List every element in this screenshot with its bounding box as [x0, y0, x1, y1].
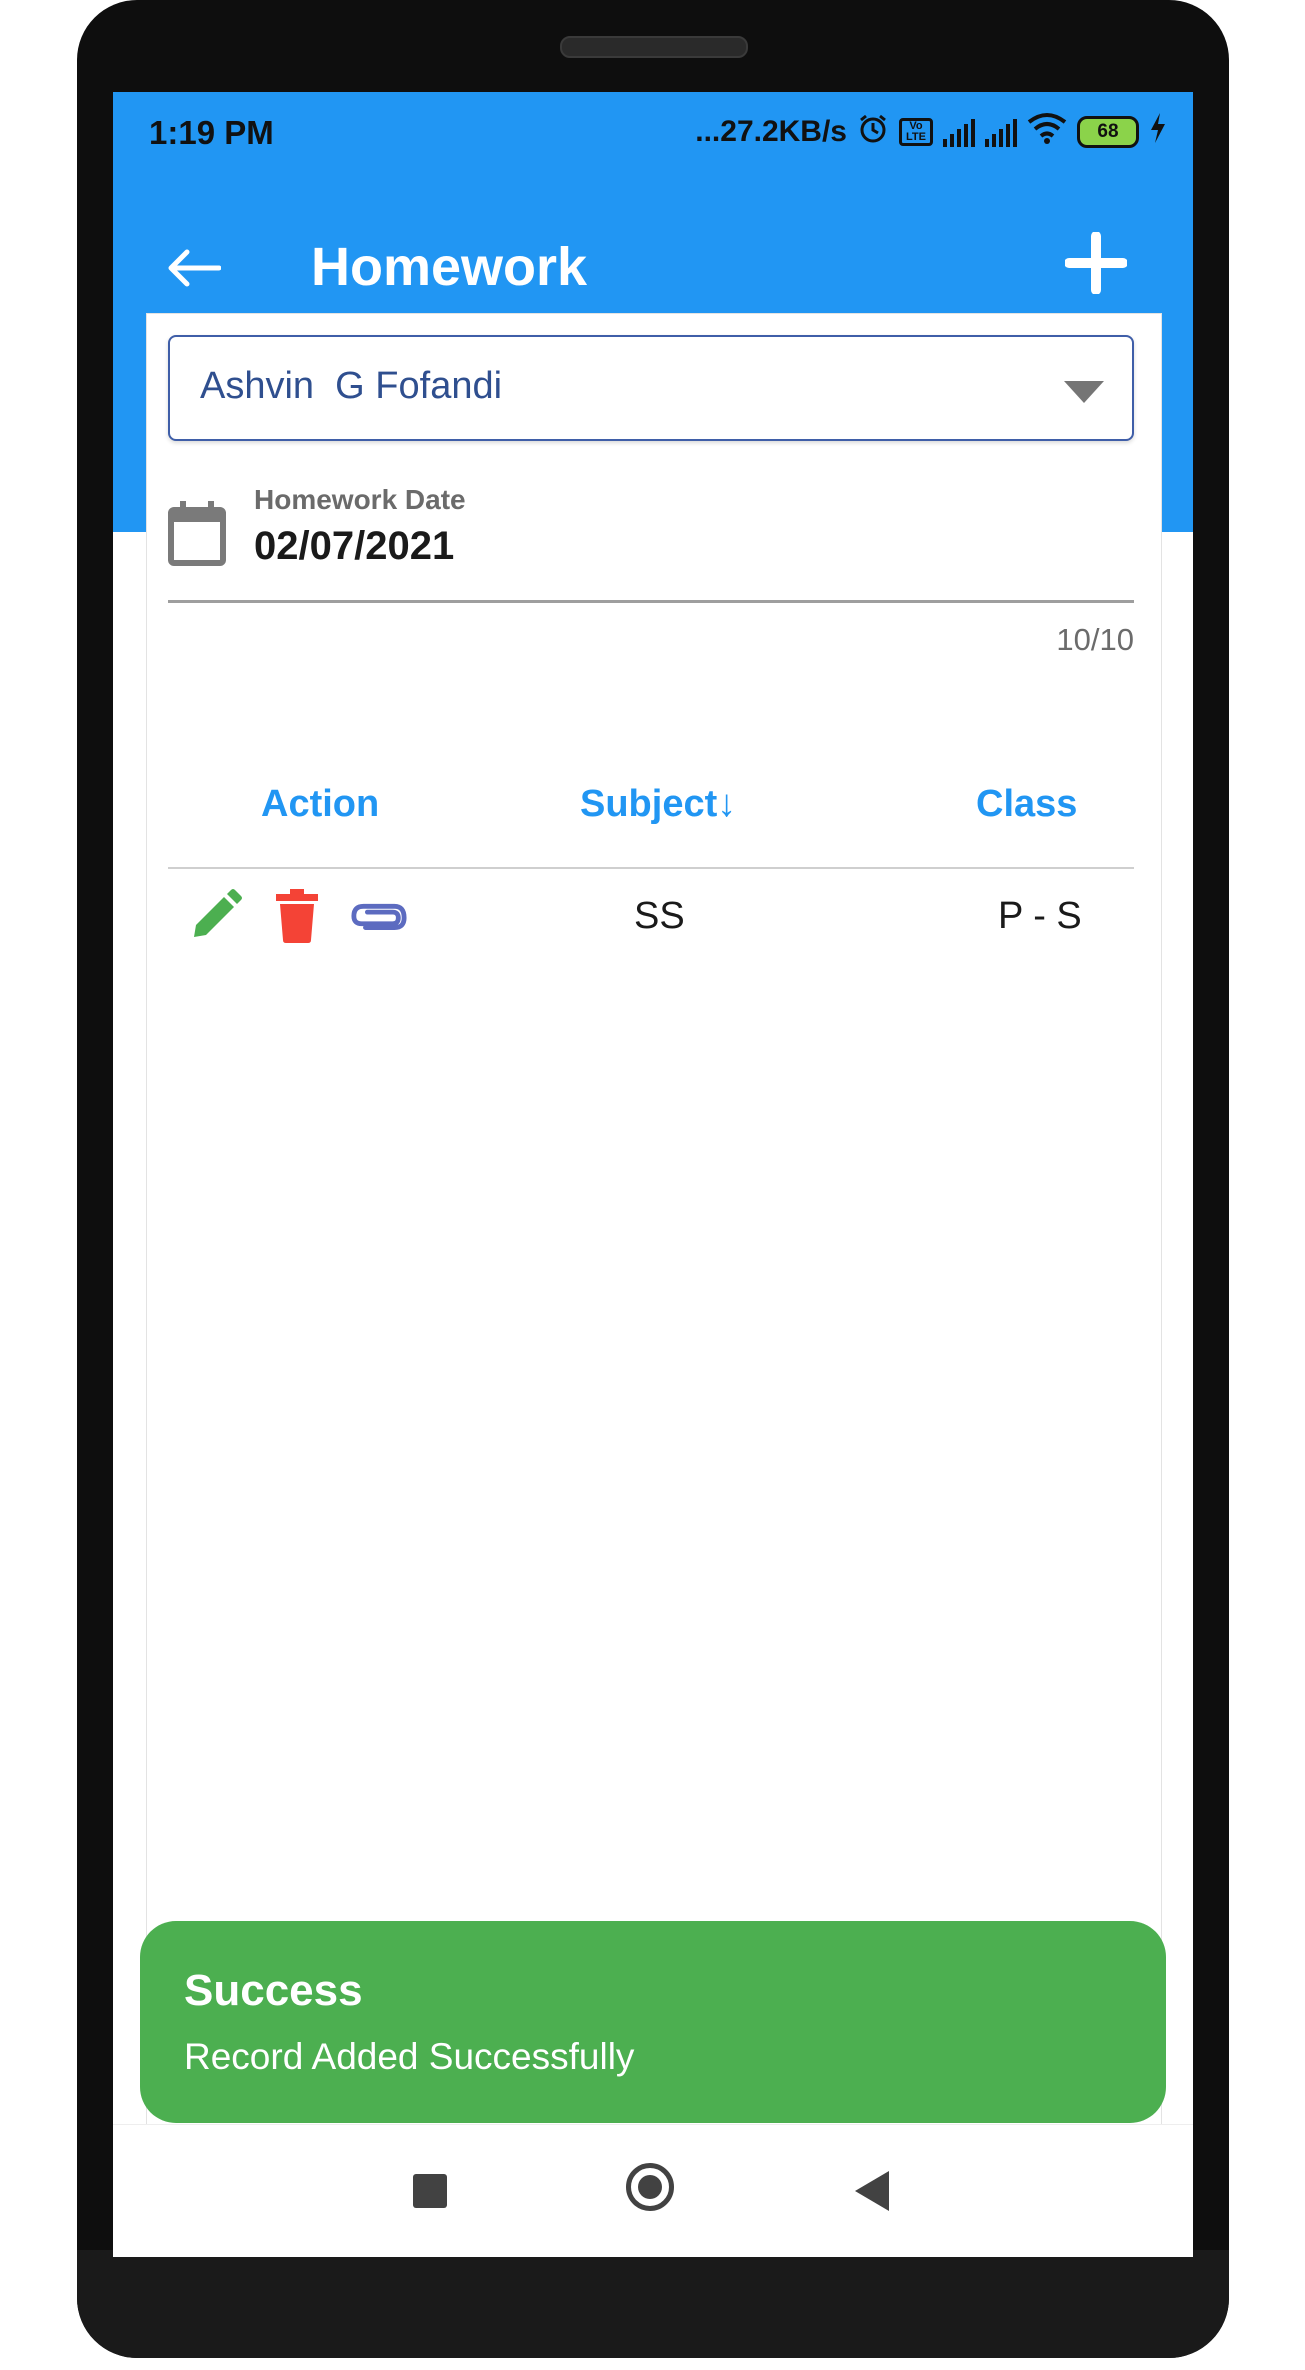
cell-subject: SS	[634, 895, 685, 937]
phone-speaker	[560, 36, 748, 58]
add-button[interactable]	[1051, 218, 1141, 308]
homework-date-field[interactable]: Homework Date 02/07/2021	[168, 482, 1134, 603]
home-icon[interactable]	[626, 2163, 674, 2211]
status-time: 1:19 PM	[149, 114, 274, 151]
arrow-left-icon	[168, 249, 221, 287]
paperclip-icon	[351, 903, 407, 931]
back-triangle-icon[interactable]	[855, 2171, 889, 2211]
signal-icon-1	[943, 117, 975, 147]
chevron-down-icon	[1064, 381, 1104, 403]
date-label: Homework Date	[254, 484, 466, 515]
phone-frame-bottom	[77, 2250, 1229, 2358]
wifi-icon	[1027, 112, 1067, 152]
home-icon-inner	[638, 2175, 662, 2199]
network-speed: ...27.2KB/s	[695, 115, 847, 148]
column-header-action: Action	[261, 783, 380, 825]
column-header-subject[interactable]: Subject↓	[580, 783, 736, 826]
toast-title: Success	[184, 1966, 363, 2015]
back-button[interactable]	[153, 228, 233, 308]
delete-button[interactable]	[268, 887, 326, 945]
phone-screen: 1:19 PM ...27.2KB/s Vo LTE 68 Homework A…	[113, 92, 1193, 2257]
status-icons: ...27.2KB/s Vo LTE 68	[695, 112, 1167, 152]
recent-apps-icon[interactable]	[413, 2174, 447, 2208]
column-header-class: Class	[976, 783, 1078, 825]
charging-icon	[1149, 113, 1167, 151]
trash-icon	[276, 889, 318, 943]
record-count: 10/10	[1056, 622, 1134, 657]
alarm-icon	[857, 112, 889, 152]
battery-icon: 68	[1077, 116, 1139, 148]
volte-icon: Vo LTE	[899, 118, 933, 146]
student-select[interactable]: Ashvin G Fofandi	[168, 335, 1134, 441]
page-title: Homework	[311, 237, 588, 297]
status-bar: 1:19 PM ...27.2KB/s Vo LTE 68	[113, 92, 1193, 172]
signal-icon-2	[985, 117, 1017, 147]
calendar-icon	[168, 501, 226, 566]
toast-message: Record Added Successfully	[184, 2036, 635, 2077]
edit-button[interactable]	[186, 887, 244, 945]
student-select-value: Ashvin G Fofandi	[200, 365, 503, 407]
cell-class: P - S	[998, 895, 1082, 937]
plus-icon	[1065, 232, 1127, 294]
attach-button[interactable]	[350, 887, 408, 945]
table-header: Action Subject↓ Class	[168, 757, 1134, 869]
table-row: SS P - S	[168, 869, 1134, 979]
success-toast[interactable]: Success Record Added Successfully	[140, 1921, 1166, 2123]
date-value: 02/07/2021	[254, 524, 455, 568]
pencil-icon	[194, 889, 242, 937]
system-nav-bar	[113, 2124, 1193, 2257]
